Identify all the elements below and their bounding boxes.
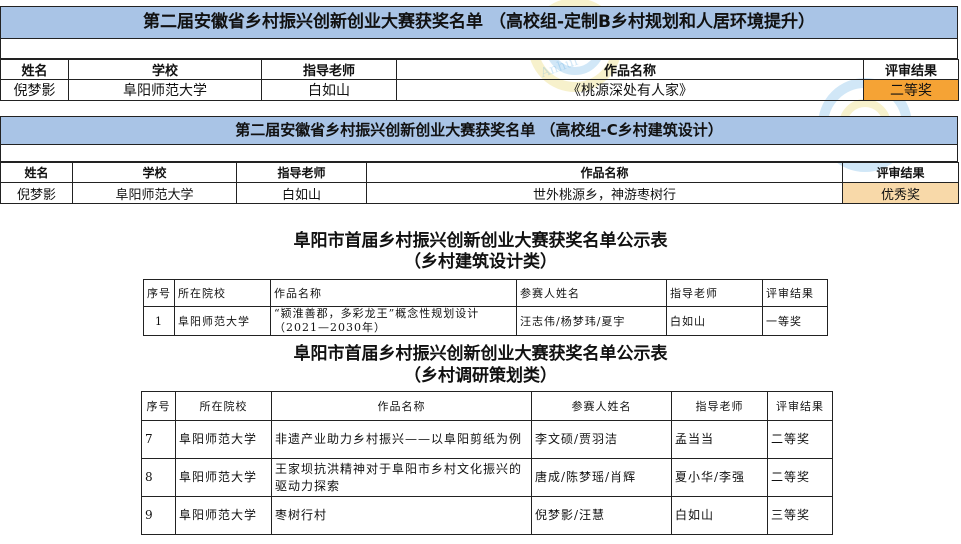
section3-table: 序号 所在院校 作品名称 参赛人姓名 指导老师 评审结果 1 阜阳师范大学 “颍… <box>143 279 828 336</box>
header-work: 作品名称 <box>366 162 843 183</box>
cell-advisor: 白如山 <box>666 306 763 336</box>
cell-name: 倪梦影 <box>0 79 69 101</box>
cell-work: 《桃源深处有人家》 <box>396 79 864 101</box>
cell-result: 三等奖 <box>767 496 833 535</box>
section4-subtitle: （乡村调研策划类） <box>404 366 557 386</box>
cell-work: “颍淮善郡，多彩龙王”概念性规划设计（2021—2030年） <box>270 306 517 336</box>
cell-participants: 李文硕/贾羽洁 <box>531 420 672 459</box>
header-work: 作品名称 <box>271 391 532 421</box>
cell-result: 二等奖 <box>767 420 833 459</box>
cell-school: 阜阳师范大学 <box>68 79 262 101</box>
table-row: 8 阜阳师范大学 王家坝抗洪精神对于阜阳市乡村文化振兴的驱动力探索 唐成/陈梦瑶… <box>141 458 833 497</box>
header-name: 姓名 <box>0 162 73 183</box>
table-row: 9 阜阳师范大学 枣树行村 倪梦影/汪慧 白如山 三等奖 <box>141 496 833 535</box>
cell-school: 阜阳师范大学 <box>175 458 272 497</box>
cell-school: 阜阳师范大学 <box>72 182 237 204</box>
header-result: 评审结果 <box>767 391 833 421</box>
table-row: 1 阜阳师范大学 “颍淮善郡，多彩龙王”概念性规划设计（2021—2030年） … <box>143 306 828 336</box>
header-school: 学校 <box>68 59 262 80</box>
section3-subtitle: （乡村建筑设计类） <box>404 252 557 272</box>
cell-index: 1 <box>143 306 175 336</box>
header-index: 序号 <box>143 279 175 307</box>
table-header-row: 姓名 学校 指导老师 作品名称 评审结果 <box>0 59 959 80</box>
cell-result: 优秀奖 <box>842 182 959 204</box>
header-school: 所在院校 <box>174 279 271 307</box>
cell-advisor: 孟当当 <box>671 420 768 459</box>
header-school: 学校 <box>72 162 237 183</box>
cell-participants: 汪志伟/杨梦玮/夏宇 <box>516 306 667 336</box>
cell-participants: 唐成/陈梦瑶/肖辉 <box>531 458 672 497</box>
header-advisor: 指导老师 <box>261 59 397 80</box>
cell-result: 二等奖 <box>863 79 959 101</box>
cell-school: 阜阳师范大学 <box>175 420 272 459</box>
section1-table: 姓名 学校 指导老师 作品名称 评审结果 倪梦影 阜阳师范大学 白如山 《桃源深… <box>0 59 959 101</box>
header-participants: 参赛人姓名 <box>531 391 672 421</box>
section4-title: 阜阳市首届乡村振兴创新创业大赛获奖名单公示表 <box>293 344 668 364</box>
cell-name: 倪梦影 <box>0 182 73 204</box>
cell-advisor: 白如山 <box>236 182 367 204</box>
cell-work: 王家坝抗洪精神对于阜阳市乡村文化振兴的驱动力探索 <box>271 458 532 497</box>
header-result: 评审结果 <box>863 59 959 80</box>
cell-school: 阜阳师范大学 <box>174 306 271 336</box>
cell-advisor: 白如山 <box>671 496 768 535</box>
section1-blank-row <box>0 39 958 59</box>
section1-title: 第二届安徽省乡村振兴创新创业大赛获奖名单 （高校组-定制B乡村规划和人居环境提升… <box>0 6 958 39</box>
section4-table: 序号 所在院校 作品名称 参赛人姓名 指导老师 评审结果 7 阜阳师范大学 非遗… <box>141 391 833 535</box>
header-name: 姓名 <box>0 59 69 80</box>
header-result: 评审结果 <box>842 162 959 183</box>
cell-index: 8 <box>141 458 176 497</box>
section2-title: 第二届安徽省乡村振兴创新创业大赛获奖名单 （高校组-C乡村建筑设计） <box>0 116 958 145</box>
cell-result: 二等奖 <box>767 458 833 497</box>
header-result: 评审结果 <box>762 279 828 307</box>
section2-blank-row <box>0 145 958 162</box>
cell-result: 一等奖 <box>762 306 828 336</box>
header-advisor: 指导老师 <box>236 162 367 183</box>
cell-work: 枣树行村 <box>271 496 532 535</box>
header-school: 所在院校 <box>175 391 272 421</box>
cell-index: 9 <box>141 496 176 535</box>
cell-work: 非遗产业助力乡村振兴——以阜阳剪纸为例 <box>271 420 532 459</box>
table-row: 倪梦影 阜阳师范大学 白如山 《桃源深处有人家》 二等奖 <box>0 79 959 101</box>
table-row: 7 阜阳师范大学 非遗产业助力乡村振兴——以阜阳剪纸为例 李文硕/贾羽洁 孟当当… <box>141 420 833 459</box>
header-advisor: 指导老师 <box>671 391 768 421</box>
header-work: 作品名称 <box>270 279 517 307</box>
cell-advisor: 夏小华/李强 <box>671 458 768 497</box>
table-header-row: 姓名 学校 指导老师 作品名称 评审结果 <box>0 162 959 183</box>
table-row: 倪梦影 阜阳师范大学 白如山 世外桃源乡，神游枣树行 优秀奖 <box>0 182 959 204</box>
section3-title: 阜阳市首届乡村振兴创新创业大赛获奖名单公示表 <box>293 231 668 251</box>
table-header-row: 序号 所在院校 作品名称 参赛人姓名 指导老师 评审结果 <box>143 279 828 307</box>
table-header-row: 序号 所在院校 作品名称 参赛人姓名 指导老师 评审结果 <box>141 391 833 421</box>
header-advisor: 指导老师 <box>666 279 763 307</box>
header-work: 作品名称 <box>396 59 864 80</box>
header-index: 序号 <box>141 391 176 421</box>
cell-school: 阜阳师范大学 <box>175 496 272 535</box>
cell-work: 世外桃源乡，神游枣树行 <box>366 182 843 204</box>
cell-index: 7 <box>141 420 176 459</box>
section2-table: 姓名 学校 指导老师 作品名称 评审结果 倪梦影 阜阳师范大学 白如山 世外桃源… <box>0 162 959 204</box>
cell-advisor: 白如山 <box>261 79 397 101</box>
header-participants: 参赛人姓名 <box>516 279 667 307</box>
cell-participants: 倪梦影/汪慧 <box>531 496 672 535</box>
